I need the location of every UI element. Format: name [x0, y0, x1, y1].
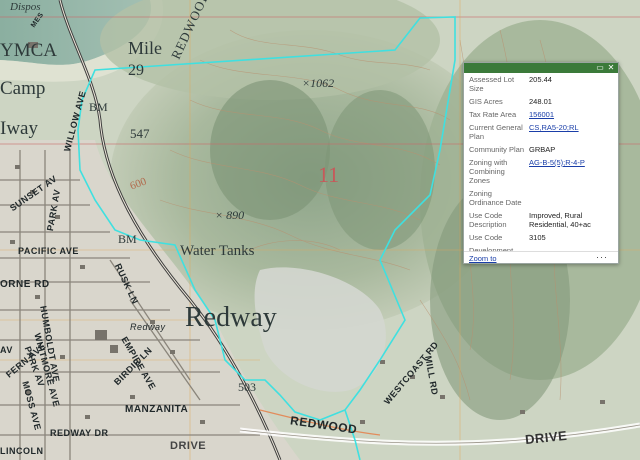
- close-icon[interactable]: ✕: [607, 64, 615, 72]
- attribute-label: Zoning Ordinance Date: [469, 189, 522, 207]
- attribute-value-cell: CS,RA5-20;RL: [528, 121, 618, 143]
- maximize-icon[interactable]: ▭: [596, 64, 604, 72]
- label-camp: Camp: [0, 78, 46, 99]
- attribute-label: GIS Acres: [469, 97, 503, 106]
- attribute-label: Assessed Lot Size: [469, 75, 515, 93]
- attribute-value-cell: [528, 244, 618, 251]
- attribute-row: GIS Acres 248.01: [468, 95, 618, 108]
- popup-header: ▭ ✕: [464, 63, 618, 73]
- attribute-value-cell: [528, 187, 618, 209]
- hill-dark-2: [325, 90, 435, 250]
- attribute-label: Development Plan on file(Y/N): [469, 246, 514, 251]
- attribute-value-cell: GRBAP: [529, 145, 556, 154]
- label-bm-1: BM: [89, 100, 108, 114]
- zoom-to-link[interactable]: Zoom to: [469, 254, 497, 263]
- label-pacific-ave: PACIFIC AVE: [18, 246, 79, 256]
- attribute-label: Current General Plan: [469, 123, 523, 141]
- attribute-value-cell: 248.01: [529, 97, 552, 106]
- attribute-label: Use Code: [469, 233, 503, 242]
- attribute-value-link[interactable]: AG-B-5(5);R-4-P: [529, 158, 585, 167]
- attribute-value-cell: Improved, Rural Residential, 40+ac: [529, 211, 591, 229]
- attribute-row: Use Code Description Improved, Rural Resi…: [468, 209, 618, 231]
- label-water-tanks: Water Tanks: [180, 243, 255, 259]
- popup-body[interactable]: Assessed Lot Size 205.44 GIS Acres 248.01 Ta…: [464, 73, 618, 251]
- label-orne-rd: ORNE RD: [0, 279, 50, 290]
- label-lincoln: LINCOLN: [0, 446, 44, 456]
- label-drive-left: DRIVE: [170, 440, 207, 452]
- attribute-value-link[interactable]: 156001: [529, 110, 554, 119]
- attribute-table: Assessed Lot Size 205.44 GIS Acres 248.01 Ta…: [468, 73, 618, 251]
- label-elev-547: 547: [130, 126, 150, 141]
- attribute-value-link[interactable]: CS,RA5-20;RL: [529, 123, 579, 132]
- attribute-row: Current General Plan CS,RA5-20;RL: [468, 121, 618, 143]
- label-elev-503: 503: [238, 380, 256, 394]
- label-manzanita: MANZANITA: [125, 404, 189, 415]
- attribute-row: Tax Rate Area 156001: [468, 108, 618, 121]
- parcel-info-popup: ▭ ✕ Assessed Lot Size 205.44 GIS Acres 248.…: [463, 62, 619, 264]
- label-redway: Redway: [185, 302, 277, 333]
- label-dispos: Dispos: [10, 1, 41, 13]
- attribute-label: Use Code Description: [469, 211, 507, 229]
- label-redway-partial: Iway: [0, 118, 38, 139]
- label-mile-number: 29: [128, 62, 144, 79]
- attribute-value-cell: AG-B-5(5);R-4-P: [528, 156, 618, 187]
- attribute-row: Use Code 3105: [468, 231, 618, 244]
- attribute-value-cell: 205.44: [529, 75, 552, 84]
- attribute-value-cell: 3105: [529, 233, 546, 242]
- attribute-row: Assessed Lot Size 205.44: [468, 73, 618, 95]
- label-av: AV: [0, 345, 13, 355]
- attribute-row: Zoning with Combining Zones AG-B-5(5);R-4…: [468, 156, 618, 187]
- popup-footer: Zoom to ···: [464, 251, 618, 264]
- label-ymca: YMCA: [0, 40, 58, 61]
- attribute-label: Zoning with Combining Zones: [469, 158, 508, 185]
- label-section-11: 11: [318, 162, 340, 187]
- attribute-row: Development Plan on file(Y/N): [468, 244, 618, 251]
- attribute-row: Zoning Ordinance Date: [468, 187, 618, 209]
- label-elev-1062: ×1062: [302, 76, 335, 90]
- label-redway-street: Redway: [130, 322, 166, 332]
- attribute-value-cell: 156001: [528, 108, 618, 121]
- attribute-label: Tax Rate Area: [469, 110, 517, 119]
- label-mile: Mile: [128, 38, 162, 58]
- hill-dark-1: [210, 80, 330, 220]
- attribute-label: Community Plan: [469, 145, 525, 154]
- label-bm-2: BM: [118, 232, 137, 246]
- more-options-icon[interactable]: ···: [596, 252, 608, 262]
- attribute-row: Community Plan GRBAP: [468, 143, 618, 156]
- label-elev-890: × 890: [215, 208, 245, 222]
- label-redway-dr: REDWAY DR: [50, 428, 109, 438]
